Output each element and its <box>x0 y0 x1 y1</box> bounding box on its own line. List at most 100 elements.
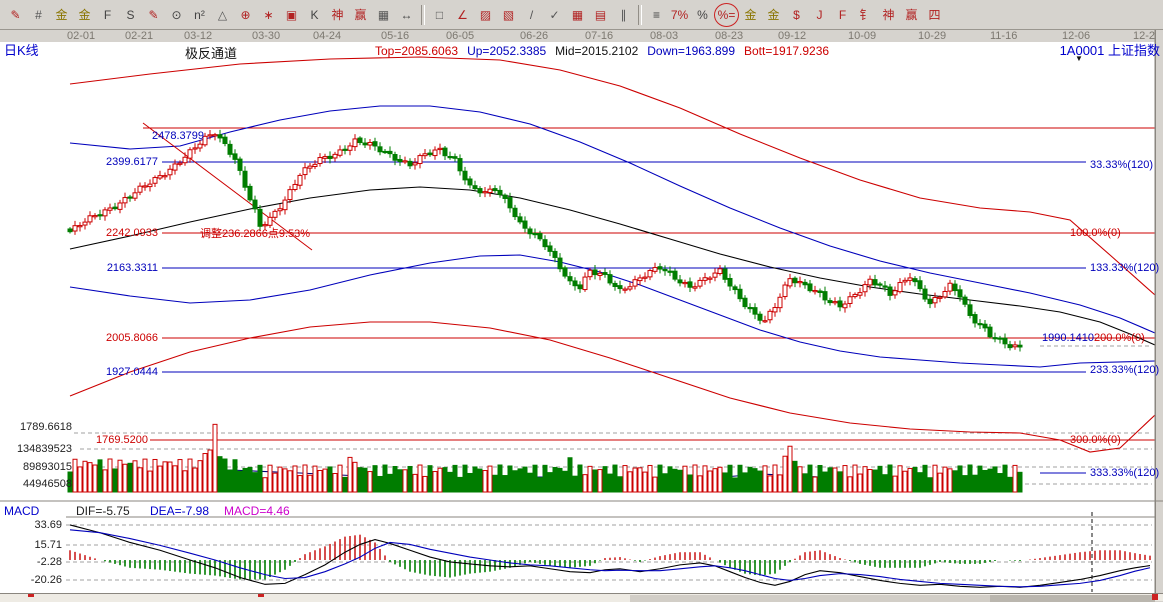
candle-body <box>938 297 942 298</box>
candle-body <box>793 278 797 282</box>
volume-bar <box>583 475 587 492</box>
volume-bar <box>1003 465 1007 492</box>
candle-body <box>1008 345 1012 348</box>
candle-body <box>413 163 417 165</box>
candle-body <box>723 269 727 279</box>
volume-bar <box>788 446 792 492</box>
candle-body <box>888 287 892 295</box>
candle-body <box>733 287 737 290</box>
candle-body <box>818 291 822 293</box>
candle-body <box>93 216 97 217</box>
volume-bar <box>433 472 437 492</box>
candle-body <box>973 315 977 323</box>
channel-stat-value: Mid=2015.2102 <box>555 44 638 58</box>
candle-body <box>688 282 692 287</box>
volume-bar <box>273 473 277 492</box>
candle-body <box>633 280 637 286</box>
candle-body <box>768 311 772 319</box>
horizontal-scrollbar[interactable] <box>0 593 1163 601</box>
candle-body <box>933 298 937 303</box>
macd-panel-title[interactable]: MACD <box>4 504 39 518</box>
volume-bar <box>213 424 217 492</box>
volume-bar <box>508 466 512 492</box>
volume-bar <box>353 462 357 492</box>
volume-bar <box>383 465 387 492</box>
candle-body <box>763 321 767 322</box>
channel-inner-top <box>70 106 1155 333</box>
volume-bar <box>728 465 732 492</box>
volume-bar <box>498 465 502 492</box>
candle-body <box>288 190 292 200</box>
volume-bar <box>198 461 202 492</box>
volume-bar <box>173 466 177 492</box>
candle-body <box>343 149 347 150</box>
volume-bar <box>573 476 577 492</box>
volume-bar <box>738 465 742 492</box>
candle-body <box>88 216 92 222</box>
candle-body <box>483 192 487 193</box>
volume-bar <box>368 472 372 492</box>
candle-body <box>478 189 482 193</box>
volume-bar <box>438 468 442 492</box>
volume-bar <box>188 459 192 492</box>
candle-body <box>773 308 777 312</box>
volume-bar <box>693 465 697 492</box>
candle-body <box>518 217 522 222</box>
volume-bar <box>733 478 737 492</box>
scrollbar-marker <box>258 594 264 597</box>
volume-bar <box>148 471 152 492</box>
volume-bar <box>483 471 487 492</box>
candle-body <box>663 269 667 270</box>
volume-bar <box>128 463 132 492</box>
candle-body <box>623 289 627 290</box>
candle-body <box>258 209 262 226</box>
volume-bar <box>688 475 692 492</box>
volume-bar <box>168 462 172 492</box>
volume-bar <box>398 470 402 492</box>
candle-body <box>503 195 507 198</box>
volume-bar <box>943 467 947 492</box>
volume-bar <box>883 475 887 492</box>
volume-bar <box>103 470 107 492</box>
volume-bar <box>873 470 877 492</box>
volume-bar <box>763 466 767 492</box>
volume-bar <box>313 466 317 492</box>
volume-bar <box>878 466 882 492</box>
volume-bar <box>248 467 252 492</box>
candle-body <box>143 186 147 187</box>
candle-body <box>283 200 287 210</box>
volume-bar <box>603 467 607 492</box>
candle-body <box>383 151 387 152</box>
scrollbar-end-marker <box>1152 594 1158 600</box>
volume-bar <box>153 459 157 492</box>
candle-body <box>228 144 232 154</box>
volume-bar <box>568 458 572 492</box>
volume-bar <box>488 466 492 492</box>
channel-outer-top <box>70 57 1155 295</box>
volume-bar <box>233 460 237 492</box>
candle-body <box>1018 345 1022 347</box>
volume-bar <box>563 471 567 492</box>
volume-bar <box>138 468 142 492</box>
volume-bar <box>983 470 987 492</box>
symbol-dropdown-icon[interactable]: ▼ <box>1075 54 1083 63</box>
candle-body <box>508 198 512 208</box>
volume-bar <box>798 467 802 492</box>
volume-bar <box>618 477 622 492</box>
candle-body <box>238 159 242 170</box>
candle-body <box>603 273 607 275</box>
volume-bar <box>278 467 282 492</box>
period-mode-label[interactable]: 日K线 <box>4 40 39 59</box>
candle-body <box>358 138 362 142</box>
candle-body <box>253 200 257 209</box>
volume-bar <box>948 469 952 492</box>
volume-bar <box>783 456 787 492</box>
volume-bar <box>98 460 102 492</box>
indicator-name-label: 极反通道 <box>185 43 237 62</box>
volume-bar <box>78 467 82 492</box>
volume-bar <box>343 477 347 492</box>
volume-bar <box>663 474 667 492</box>
volume-bar <box>893 476 897 492</box>
candle-body <box>78 226 82 227</box>
candle-body <box>183 157 187 162</box>
